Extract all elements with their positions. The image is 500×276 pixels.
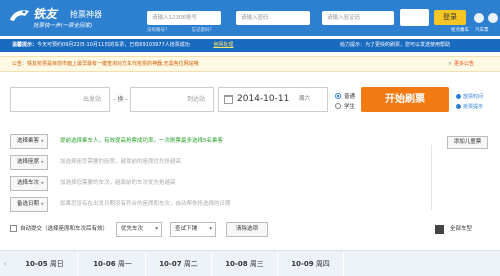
date-strip: ‹ 10-05 周日 10-06 周一 10-07 周二 10-08 周三 10… xyxy=(0,250,500,276)
header: 铁友 抢票神器 抢票快一步(一票全回家) 请输入12306账号 请输入密码 请输… xyxy=(0,0,500,36)
link-label: 放票时间 xyxy=(463,93,484,100)
date-value: 10-06 xyxy=(93,260,116,268)
select-trains-button[interactable]: 选择车次 xyxy=(10,176,48,191)
radio-label: 普通 xyxy=(344,94,356,100)
selected-weekday: 周六 xyxy=(299,96,311,102)
option-tip: 加选择您需要的车次，越靠前的车次优先抢越高 xyxy=(60,180,176,186)
no-account-link[interactable]: 没有账号？ xyxy=(147,27,170,33)
more-announcements-link[interactable]: 更多公告 xyxy=(454,57,474,72)
date-value: 10-08 xyxy=(225,260,248,268)
notice-link[interactable]: 官网处理 xyxy=(213,42,233,48)
option-row-dates: 备选日期 如果您没有在出发日期没有符合的座席和车次，自动帮你抢选择的日期 xyxy=(10,197,480,212)
car-icon[interactable] xyxy=(488,13,498,23)
query-row: 出发站 - 换 - 到达站 2014-10-11 周六 普通 学生 开始刷票 放… xyxy=(0,82,500,118)
option-tip: 如果您没有在出发日期没有符合的座席和车次，自动帮你抢选择的日期 xyxy=(60,201,231,207)
to-station-input[interactable]: 到达站 xyxy=(130,87,214,112)
filter-checkbox[interactable] xyxy=(435,225,444,234)
clock-icon xyxy=(456,93,461,99)
notice-right-text: 给力提示：为了更快的刷票，您可以发送 xyxy=(340,42,431,48)
select-passengers-button[interactable]: 选择乘客 xyxy=(10,134,48,149)
option-row-trains: 选择车次 加选择您需要的车次，越靠前的车次优先抢越高 xyxy=(10,176,480,191)
selected-date: 2014-10-11 xyxy=(237,94,290,104)
date-value: 10-07 xyxy=(159,260,182,268)
auto-submit-label: 自动提交（选择座席和车次后有效） xyxy=(20,226,109,232)
announcement-text: 公告：铁友抢票是目前市面上最早最有一键查询对方车代抢票的神器,无需各位网站哦 xyxy=(12,61,199,67)
login-button[interactable]: 登录 xyxy=(434,10,466,25)
date-value: 10-09 xyxy=(291,260,314,268)
forgot-password-link[interactable]: 忘记密码？ xyxy=(192,27,215,33)
notice-label: 温馨提示： xyxy=(12,42,38,48)
from-station-input[interactable]: 出发站 xyxy=(10,87,110,112)
date-weekday: 周二 xyxy=(183,260,198,268)
clear-options-button[interactable]: 清除选项 xyxy=(226,222,268,237)
nav-link-train[interactable]: 抢点乘车 xyxy=(451,27,469,33)
calendar-icon xyxy=(224,95,233,104)
date-weekday: 周一 xyxy=(117,260,132,268)
train-logo-icon xyxy=(10,10,29,21)
radio-dot xyxy=(335,103,341,109)
radio-label: 学生 xyxy=(344,104,356,110)
option-row-seats: 选择座席 加选择座您需要的座席，越靠前的座席优先抢越高 xyxy=(10,155,480,170)
option-row-passengers: 选择乘客 提前选择乘车人，有效提高抢票成功率。一次刷票最多选择5名乘客 添加儿童… xyxy=(10,134,488,149)
train-type-filter[interactable]: 全部车型 xyxy=(450,224,472,232)
date-value: 10-05 xyxy=(25,260,48,268)
password-input[interactable]: 请输入密码 xyxy=(236,11,310,25)
captcha-input[interactable]: 请输入验证码 xyxy=(322,11,394,25)
logo-slogan: 抢票快一步(一票全回家) xyxy=(33,23,93,29)
brush-tips-link[interactable]: 抢票提示 xyxy=(456,101,483,111)
start-brush-button[interactable]: 开始刷票 xyxy=(361,87,449,112)
priority-select[interactable]: 优先车次 xyxy=(116,222,162,237)
date-tab[interactable]: 10-08 周三 xyxy=(212,251,278,276)
announcement-bar: 公告：铁友抢票是目前市面上最早最有一键查询对方车代抢票的神器,无需各位网站哦 ×… xyxy=(0,56,500,72)
date-weekday: 周日 xyxy=(49,260,64,268)
nav-link-bus[interactable]: 汽车票 xyxy=(475,27,489,33)
date-picker[interactable]: 2014-10-11 周六 xyxy=(218,87,328,112)
link-label: 抢票提示 xyxy=(463,103,484,110)
prev-dates-arrow-icon[interactable]: ‹ xyxy=(0,251,10,276)
select-seats-button[interactable]: 选择座席 xyxy=(10,155,48,170)
option-tip: 加选择座您需要的座席，越靠前的座席优先抢越高 xyxy=(60,159,182,165)
radio-student[interactable]: 学生 xyxy=(335,101,355,111)
captcha-image[interactable] xyxy=(400,9,429,26)
side-links: 放票时间 抢票提示 xyxy=(456,91,483,111)
account-input[interactable]: 请输入12306账号 xyxy=(147,11,221,25)
date-tab[interactable]: 10-07 周二 xyxy=(146,251,212,276)
help-link[interactable]: 使用帮助 xyxy=(430,39,450,52)
radio-normal[interactable]: 普通 xyxy=(335,91,355,101)
notice-bar: 温馨提示：今天可预约09月22日-10月11日的车票，已有69103977人抢票… xyxy=(0,39,500,52)
bus-icon[interactable] xyxy=(474,13,484,23)
auto-submit-checkbox[interactable] xyxy=(10,225,17,232)
controls-row: 自动提交（选择座席和车次后有效） 优先车次 查试下铺 清除选项 全部车型 xyxy=(10,222,490,237)
logo-title: 铁友 xyxy=(33,7,58,21)
date-tab[interactable]: 10-06 周一 xyxy=(80,251,146,276)
radio-dot xyxy=(335,93,341,99)
date-weekday: 周四 xyxy=(315,260,330,268)
date-tab[interactable]: 10-09 周四 xyxy=(278,251,344,276)
date-tab[interactable]: 10-05 周日 xyxy=(12,251,78,276)
release-time-link[interactable]: 放票时间 xyxy=(456,91,483,101)
date-weekday: 周三 xyxy=(249,260,264,268)
notice-text: 今天可预约09月22日-10月11日的车票，已有69103977人抢票成功 xyxy=(37,42,190,48)
question-icon xyxy=(456,103,461,109)
ticket-type-radios: 普通 学生 xyxy=(335,91,355,111)
option-tip: 提前选择乘车人，有效提高抢票成功率。一次刷票最多选择5名乘客 xyxy=(60,138,224,144)
berth-select[interactable]: 查试下铺 xyxy=(170,222,216,237)
logo-subtitle: 抢票神器 xyxy=(70,10,102,19)
account-links: 没有账号？ 忘记密码？ xyxy=(147,27,397,33)
close-icon[interactable]: × xyxy=(448,57,452,72)
alternate-dates-button[interactable]: 备选日期 xyxy=(10,197,48,212)
add-child-ticket-button[interactable]: 添加儿童票 xyxy=(447,136,488,149)
swap-stations-button[interactable]: - 换 - xyxy=(112,87,129,112)
